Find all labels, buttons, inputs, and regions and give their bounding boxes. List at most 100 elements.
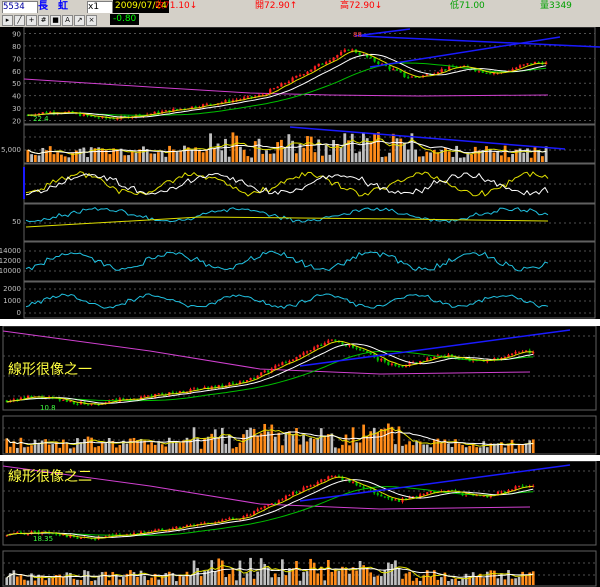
candle-body xyxy=(45,112,48,114)
volume-bar xyxy=(107,580,111,585)
candle-body xyxy=(325,62,328,64)
low-price-annotation: 10.8 xyxy=(40,404,56,412)
volume-bar xyxy=(183,145,186,162)
candle-body xyxy=(526,63,529,65)
volume-bar xyxy=(355,442,358,453)
volume-ma-line xyxy=(6,431,534,446)
volume-bar xyxy=(268,153,272,162)
volume-bar xyxy=(425,151,429,162)
volume-bar xyxy=(429,152,432,162)
volume-bar xyxy=(190,150,194,162)
volume-bar xyxy=(12,570,16,585)
indicator3-tick-label: 14000 xyxy=(0,247,21,255)
candle-body xyxy=(359,348,362,351)
volume-bar xyxy=(309,437,312,453)
volume-bar xyxy=(160,444,164,453)
volume-bar xyxy=(531,571,535,585)
volume-bar xyxy=(26,580,30,585)
volume-bar xyxy=(376,432,380,453)
candle-body xyxy=(76,403,79,405)
grid-icon[interactable]: # xyxy=(38,15,49,26)
candle-body xyxy=(355,347,358,349)
volume-bar xyxy=(305,571,309,585)
candle-body xyxy=(369,352,372,355)
volume-bar xyxy=(139,570,143,585)
volume-bar xyxy=(457,443,461,453)
volume-bar xyxy=(323,580,327,585)
candle-body xyxy=(429,491,432,493)
candle-body xyxy=(515,67,518,70)
volume-bar xyxy=(189,575,192,585)
volume-bar xyxy=(228,574,231,585)
volume-bar xyxy=(544,146,548,162)
cursor-icon[interactable]: ▸ xyxy=(2,15,13,26)
volume-bar xyxy=(201,152,205,162)
candle-body xyxy=(147,395,150,397)
volume-bar xyxy=(90,580,93,585)
volume-bar xyxy=(404,444,408,453)
volume-bar xyxy=(206,436,210,453)
volume-bar xyxy=(238,146,242,162)
volume-bar xyxy=(192,427,196,453)
volume-bar xyxy=(394,444,397,453)
volume-bar xyxy=(8,446,12,453)
volume-bar xyxy=(395,138,399,162)
candle-body xyxy=(362,486,365,489)
candle-body xyxy=(76,537,79,539)
volume-bar xyxy=(511,154,514,162)
volume-bar xyxy=(127,155,130,162)
volume-bar xyxy=(235,580,238,585)
volume-bar xyxy=(242,434,245,453)
volume-bar xyxy=(256,571,259,585)
volume-bar xyxy=(373,134,377,162)
stock-code-field[interactable]: 5534 xyxy=(2,1,38,13)
candle-body xyxy=(250,96,253,98)
candle-body xyxy=(485,72,488,74)
volume-bar xyxy=(284,575,288,585)
volume-bar xyxy=(302,572,305,585)
candle-body xyxy=(287,81,290,84)
volume-bar xyxy=(348,445,351,453)
draw-line-icon[interactable]: ╱ xyxy=(14,15,25,26)
volume-bar xyxy=(100,442,104,453)
volume-bar xyxy=(5,438,9,453)
volume-bar xyxy=(362,132,365,162)
candle-body xyxy=(209,103,212,105)
volume-bar xyxy=(291,434,295,453)
volume-bar xyxy=(390,563,394,585)
candle-body xyxy=(390,363,393,365)
volume-bar xyxy=(270,424,274,453)
volume-bar xyxy=(411,580,415,585)
volume-bar xyxy=(408,441,411,453)
candle-body xyxy=(518,65,522,68)
volume-bar xyxy=(496,150,500,162)
color-icon[interactable]: ■ xyxy=(50,15,61,26)
candle-body xyxy=(522,64,525,66)
text-icon[interactable]: A xyxy=(62,15,73,26)
volume-bar xyxy=(457,580,461,585)
indicator2-tick-label: 50 xyxy=(12,218,21,226)
zoom-icon[interactable]: + xyxy=(26,15,37,26)
volume-bar xyxy=(259,558,263,585)
candle-body xyxy=(291,77,294,82)
volume-bar xyxy=(411,445,415,453)
candle-body xyxy=(514,351,517,354)
volume-bar xyxy=(436,579,440,585)
candle-body xyxy=(41,112,44,114)
volume-bar xyxy=(30,573,33,585)
candle-body xyxy=(395,69,399,71)
candle-body xyxy=(377,61,380,65)
candle-body xyxy=(328,60,331,63)
volume-bar xyxy=(425,444,429,453)
volume-bar xyxy=(97,576,100,585)
volume-bar xyxy=(256,436,259,453)
candle-body xyxy=(390,498,393,501)
volume-bar xyxy=(79,580,83,585)
volume-bar xyxy=(30,445,33,453)
volume-bar xyxy=(332,140,336,162)
volume-bar xyxy=(118,579,122,585)
volume-bar xyxy=(408,571,411,585)
erase-icon[interactable]: × xyxy=(86,15,97,26)
arrow-icon[interactable]: ↗ xyxy=(74,15,85,26)
multiplier-select[interactable]: x1 xyxy=(87,1,113,13)
